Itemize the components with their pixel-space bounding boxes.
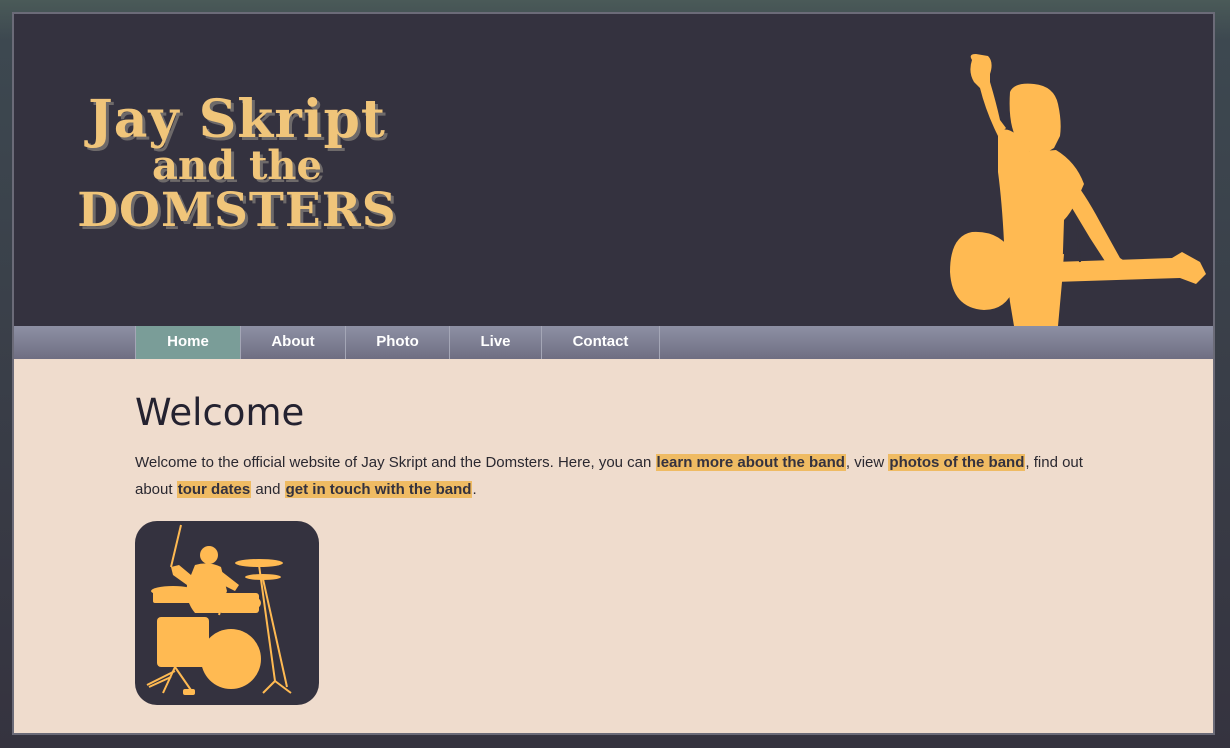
nav-item-photo[interactable]: Photo [346,326,450,359]
drummer-silhouette-icon [146,524,292,695]
site-header: Jay Skript and the DOMSTERS [14,14,1213,326]
link-photos[interactable]: photos of the band [888,454,1026,471]
logo-line-1: Jay Skript [88,89,386,150]
nav-item-contact[interactable]: Contact [542,326,660,359]
main-navigation: Home About Photo Live Contact [14,326,1213,359]
intro-text-4: and [251,481,285,498]
link-contact[interactable]: get in touch with the band [284,481,473,498]
nav-item-home[interactable]: Home [136,326,241,359]
page-title: Welcome [135,391,305,434]
nav-item-live[interactable]: Live [450,326,542,359]
band-logo[interactable]: Jay Skript and the DOMSTERS [62,92,412,242]
nav-list: Home About Photo Live Contact [135,326,660,359]
intro-paragraph: Welcome to the official website of Jay S… [135,449,1095,503]
intro-text-5: . [472,481,477,498]
logo-line-2: and the [152,142,322,189]
intro-text-2: , view [845,454,889,471]
drummer-image [135,521,319,705]
logo-line-3: DOMSTERS [77,183,397,238]
intro-text-1: Welcome to the official website of Jay S… [135,454,656,471]
link-tour-dates[interactable]: tour dates [176,481,252,498]
link-about-band[interactable]: learn more about the band [655,454,846,471]
main-content: Welcome Welcome to the official website … [135,390,1095,503]
page-frame: Jay Skript and the DOMSTERS Home About P… [12,12,1215,735]
guitarist-silhouette-icon [950,54,1206,326]
nav-item-about[interactable]: About [241,326,346,359]
